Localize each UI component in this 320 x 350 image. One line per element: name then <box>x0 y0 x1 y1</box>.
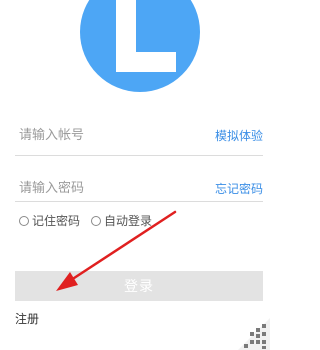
account-underline <box>15 155 263 156</box>
forgot-password-link[interactable]: 忘记密码 <box>215 180 263 197</box>
login-button[interactable]: 登录 <box>15 271 263 301</box>
account-input[interactable] <box>19 124 199 146</box>
qr-code-icon[interactable] <box>238 318 270 350</box>
auto-login-label: 自动登录 <box>104 214 153 228</box>
remember-password-radio[interactable] <box>19 215 29 226</box>
remember-password-option[interactable]: 记住密码 <box>19 212 80 229</box>
demo-experience-link[interactable]: 模拟体验 <box>215 127 263 144</box>
register-link[interactable]: 注册 <box>15 310 39 327</box>
account-row: 模拟体验 <box>15 124 263 146</box>
password-row: 忘记密码 <box>15 177 263 199</box>
password-underline <box>15 201 263 202</box>
app-logo-icon <box>80 0 200 92</box>
auto-login-option[interactable]: 自动登录 <box>91 212 152 229</box>
password-input[interactable] <box>19 177 199 199</box>
remember-password-label: 记住密码 <box>32 214 81 228</box>
auto-login-radio[interactable] <box>91 215 101 226</box>
